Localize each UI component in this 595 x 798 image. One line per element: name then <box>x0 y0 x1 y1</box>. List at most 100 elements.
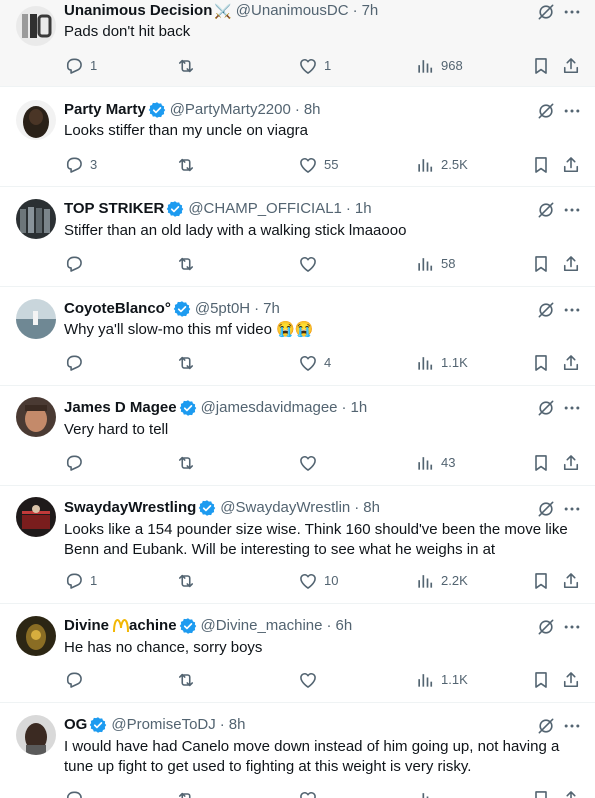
reply-button[interactable] <box>64 453 90 473</box>
more-icon[interactable] <box>562 300 582 320</box>
author-name[interactable]: TOP STRIKER <box>64 199 164 219</box>
like-button[interactable]: 10 <box>298 571 338 591</box>
share-button[interactable] <box>561 789 581 798</box>
translate-icon[interactable] <box>536 398 556 418</box>
timestamp[interactable]: 7h <box>263 299 280 319</box>
tweet[interactable]: Divine achine @Divine_machine · 6h He ha… <box>0 604 595 703</box>
like-button[interactable]: 1 <box>298 56 331 76</box>
retweet-button[interactable] <box>176 56 202 76</box>
views-button[interactable]: 43 <box>415 453 455 473</box>
tweet[interactable]: CoyoteBlanco° @5pt0H · 7h Why ya'll slow… <box>0 287 595 386</box>
author-name-part[interactable]: Divine <box>64 616 109 636</box>
more-icon[interactable] <box>562 499 582 519</box>
author-handle[interactable]: @SwaydayWrestlin <box>220 498 350 518</box>
reply-button[interactable] <box>64 254 90 274</box>
bookmark-button[interactable] <box>531 571 551 591</box>
retweet-button[interactable] <box>176 670 202 690</box>
more-icon[interactable] <box>562 200 582 220</box>
translate-icon[interactable] <box>536 617 556 637</box>
translate-icon[interactable] <box>536 200 556 220</box>
timestamp[interactable]: 7h <box>362 1 379 21</box>
author-handle[interactable]: @CHAMP_OFFICIAL1 <box>188 199 342 219</box>
author-handle[interactable]: @5pt0H <box>195 299 250 319</box>
avatar[interactable] <box>16 6 56 46</box>
more-icon[interactable] <box>562 101 582 121</box>
like-button[interactable] <box>298 670 324 690</box>
more-icon[interactable] <box>562 2 582 22</box>
author-name[interactable]: Unanimous Decision <box>64 1 212 21</box>
retweet-button[interactable] <box>176 789 202 798</box>
author-handle[interactable]: @UnanimousDC <box>236 1 349 21</box>
retweet-button[interactable] <box>176 254 202 274</box>
translate-icon[interactable] <box>536 101 556 121</box>
views-button[interactable]: 1.1K <box>415 353 468 373</box>
reply-button[interactable] <box>64 789 90 798</box>
share-button[interactable] <box>561 670 581 690</box>
translate-icon[interactable] <box>536 2 556 22</box>
tweet[interactable]: SwaydayWrestling @SwaydayWrestlin · 8h L… <box>0 486 595 604</box>
reply-button[interactable]: 1 <box>64 56 97 76</box>
avatar[interactable] <box>16 397 56 437</box>
share-button[interactable] <box>561 155 581 175</box>
tweet[interactable]: OG @PromiseToDJ · 8h I would have had Ca… <box>0 703 595 798</box>
translate-icon[interactable] <box>536 499 556 519</box>
like-button[interactable] <box>298 254 324 274</box>
tweet[interactable]: Party Marty @PartyMarty2200 · 8h Looks s… <box>0 87 595 187</box>
author-name[interactable]: OG <box>64 715 87 735</box>
timestamp[interactable]: 6h <box>336 616 353 636</box>
avatar[interactable] <box>16 299 56 339</box>
avatar[interactable] <box>16 100 56 140</box>
retweet-button[interactable] <box>176 571 202 591</box>
bookmark-button[interactable] <box>531 353 551 373</box>
bookmark-button[interactable] <box>531 789 551 798</box>
translate-icon[interactable] <box>536 716 556 736</box>
like-button[interactable]: 4 <box>298 353 331 373</box>
bookmark-button[interactable] <box>531 670 551 690</box>
author-handle[interactable]: @jamesdavidmagee <box>201 398 338 418</box>
reply-button[interactable] <box>64 353 90 373</box>
like-button[interactable] <box>298 789 324 798</box>
more-icon[interactable] <box>562 617 582 637</box>
like-button[interactable]: 55 <box>298 155 338 175</box>
more-icon[interactable] <box>562 398 582 418</box>
author-handle[interactable]: @Divine_machine <box>201 616 323 636</box>
author-name-part[interactable]: achine <box>129 616 177 636</box>
views-button[interactable]: 2.5K <box>415 155 468 175</box>
share-button[interactable] <box>561 453 581 473</box>
views-button[interactable]: 58 <box>415 254 455 274</box>
avatar[interactable] <box>16 715 56 755</box>
author-name[interactable]: James D Magee <box>64 398 177 418</box>
bookmark-button[interactable] <box>531 56 551 76</box>
share-button[interactable] <box>561 254 581 274</box>
timestamp[interactable]: 1h <box>355 199 372 219</box>
timestamp[interactable]: 8h <box>363 498 380 518</box>
timestamp[interactable]: 8h <box>229 715 246 735</box>
share-button[interactable] <box>561 353 581 373</box>
share-button[interactable] <box>561 571 581 591</box>
retweet-button[interactable] <box>176 353 202 373</box>
retweet-button[interactable] <box>176 453 202 473</box>
author-name[interactable]: Party Marty <box>64 100 146 120</box>
bookmark-button[interactable] <box>531 453 551 473</box>
views-button[interactable]: 2.2K <box>415 571 468 591</box>
retweet-button[interactable] <box>176 155 202 175</box>
timestamp[interactable]: 8h <box>304 100 321 120</box>
bookmark-button[interactable] <box>531 155 551 175</box>
tweet[interactable]: TOP STRIKER @CHAMP_OFFICIAL1 · 1h Stiffe… <box>0 187 595 287</box>
views-button[interactable]: 968 <box>415 56 463 76</box>
views-button[interactable] <box>415 789 441 798</box>
author-handle[interactable]: @PartyMarty2200 <box>170 100 291 120</box>
share-button[interactable] <box>561 56 581 76</box>
tweet[interactable]: James D Magee @jamesdavidmagee · 1h Very… <box>0 386 595 486</box>
avatar[interactable] <box>16 497 56 537</box>
views-button[interactable]: 1.1K <box>415 670 468 690</box>
author-name[interactable]: SwaydayWrestling <box>64 498 196 518</box>
bookmark-button[interactable] <box>531 254 551 274</box>
translate-icon[interactable] <box>536 300 556 320</box>
like-button[interactable] <box>298 453 324 473</box>
author-handle[interactable]: @PromiseToDJ <box>111 715 215 735</box>
author-name[interactable]: CoyoteBlanco° <box>64 299 171 319</box>
more-icon[interactable] <box>562 716 582 736</box>
timestamp[interactable]: 1h <box>351 398 368 418</box>
reply-button[interactable]: 1 <box>64 571 97 591</box>
